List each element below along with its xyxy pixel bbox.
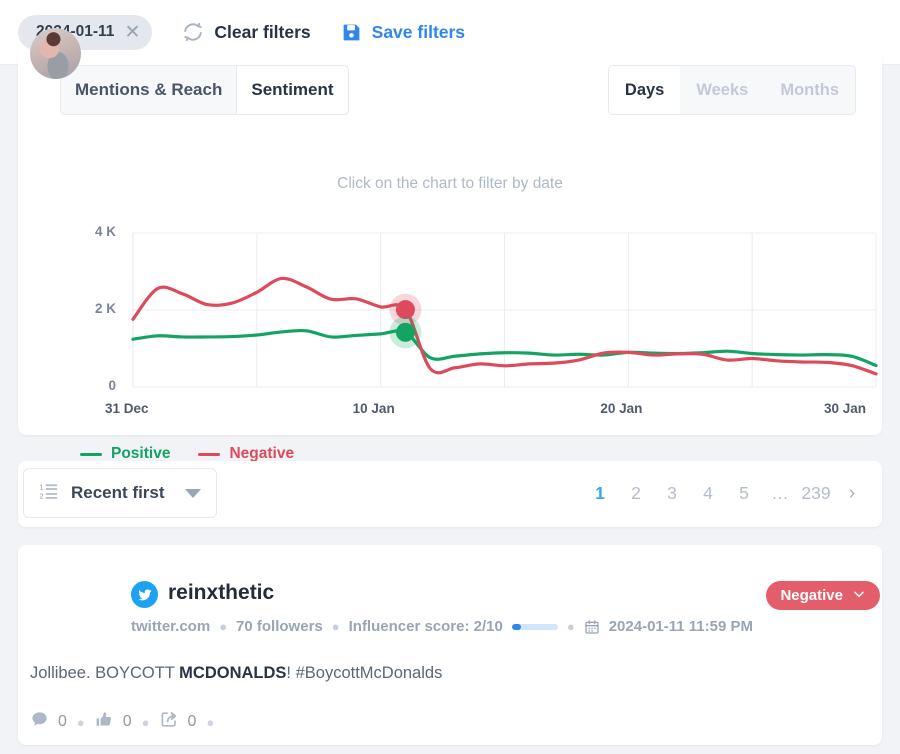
mention-text-before: Jollibee. BOYCOTT (30, 664, 180, 682)
share-count[interactable]: 0 (160, 710, 197, 734)
x-axis-tick-label: 31 Dec (105, 401, 149, 416)
sentiment-chart-card: Mentions & Reach Sentiment Days Weeks Mo… (18, 55, 882, 462)
granularity-months-label: Months (780, 80, 839, 99)
x-axis-tick-label: 20 Jan (600, 401, 643, 416)
sort-dropdown-label: Recent first (71, 483, 165, 502)
granularity-weeks-label: Weeks (696, 80, 749, 99)
granularity-days[interactable]: Days (608, 66, 681, 114)
share-count-value: 0 (187, 713, 197, 730)
mention-text-after: ! #BoycottMcDonalds (286, 664, 443, 682)
like-count-value: 0 (122, 713, 132, 730)
influencer-score-fill (511, 623, 522, 630)
clear-filters-label: Clear filters (214, 21, 311, 42)
x-axis-tick-label: 10 Jan (352, 401, 395, 416)
sort-dropdown[interactable]: 1 2 Recent first (23, 468, 217, 518)
page-3[interactable]: 3 (654, 475, 690, 511)
engagement-separator: ● (141, 714, 150, 730)
granularity-days-label: Days (624, 80, 665, 99)
tab-mentions-reach[interactable]: Mentions & Reach (60, 65, 237, 115)
thumbs-up-icon (95, 710, 114, 734)
mention-text-highlight: MCDONALDS (179, 664, 287, 682)
page-4[interactable]: 4 (690, 475, 726, 511)
page-239[interactable]: 239 (798, 475, 834, 511)
close-icon[interactable]: ✕ (124, 23, 140, 42)
avatar (30, 28, 81, 79)
engagement-separator: ● (206, 714, 215, 730)
save-floppy-icon (341, 22, 362, 43)
sentiment-badge[interactable]: Negative (766, 581, 880, 610)
tab-mentions-reach-label: Mentions & Reach (75, 80, 223, 99)
meta-separator: ● (566, 619, 575, 634)
y-axis-tick-label: 2 K (94, 301, 116, 316)
granularity-weeks[interactable]: Weeks (680, 66, 764, 114)
influencer-score-bar (511, 623, 558, 630)
chevron-right-icon[interactable]: › (834, 475, 870, 511)
tab-sentiment[interactable]: Sentiment (236, 65, 349, 115)
chevron-down-icon (852, 587, 866, 605)
clear-filters-button[interactable]: Clear filters (182, 21, 311, 43)
y-axis-tick-label: 4 K (94, 224, 116, 239)
legend-swatch-positive (80, 452, 102, 456)
like-count[interactable]: 0 (95, 710, 132, 734)
x-axis-tick-label: 30 Jan (824, 401, 867, 416)
share-icon (160, 710, 179, 734)
mention-engagement: 0 ● 0 ● 0 ● (30, 710, 224, 734)
app-page: 2024-01-11 ✕ Clear filters Save filters (0, 0, 900, 754)
calendar-icon (584, 619, 600, 635)
meta-separator: ● (331, 619, 340, 634)
pagination: 1 2 3 4 5 … 239 › (582, 475, 870, 511)
sentiment-badge-label: Negative (780, 587, 843, 604)
y-axis-tick-label: 0 (108, 378, 116, 393)
svg-text:2: 2 (39, 491, 43, 500)
comment-count[interactable]: 0 (30, 710, 67, 734)
influencer-score-label: Influencer score: 2/10 (348, 618, 503, 635)
chart-tabs: Mentions & Reach Sentiment (60, 65, 349, 115)
mention-source[interactable]: twitter.com (131, 618, 210, 635)
page-1[interactable]: 1 (582, 475, 618, 511)
comment-icon (30, 710, 49, 734)
sort-list-icon: 1 2 (39, 481, 59, 506)
chart-hint: Click on the chart to filter by date (337, 175, 563, 192)
legend-swatch-negative (198, 452, 221, 456)
comment-count-value: 0 (58, 713, 67, 730)
sentiment-line-chart[interactable]: 4 K 2 K 0 31 Dec 10 Jan 20 Jan 30 Jan (18, 205, 882, 435)
mention-date: 2024-01-11 11:59 PM (608, 618, 753, 635)
mention-text: Jollibee. BOYCOTT MCDONALDS! #BoycottMcD… (30, 664, 442, 683)
mention-username[interactable]: reinxthetic (168, 581, 274, 605)
granularity-toggle: Days Weeks Months (607, 65, 856, 115)
twitter-icon (131, 581, 158, 608)
chevron-down-icon (184, 488, 201, 498)
meta-separator: ● (219, 619, 228, 634)
page-5[interactable]: 5 (726, 475, 762, 511)
mention-followers: 70 followers (236, 618, 323, 635)
refresh-icon (182, 21, 204, 43)
svg-text:1: 1 (39, 482, 43, 491)
save-filters-button[interactable]: Save filters (341, 22, 465, 43)
tab-sentiment-label: Sentiment (251, 80, 334, 99)
mention-meta: twitter.com ● 70 followers ● Influencer … (131, 618, 753, 635)
page-ellipsis: … (771, 482, 789, 503)
engagement-separator: ● (76, 714, 85, 730)
granularity-months[interactable]: Months (764, 66, 855, 114)
list-toolbar-card: 1 2 Recent first 1 2 3 4 5 … 239 › (18, 461, 882, 527)
save-filters-label: Save filters (371, 21, 466, 42)
page-2[interactable]: 2 (618, 475, 654, 511)
